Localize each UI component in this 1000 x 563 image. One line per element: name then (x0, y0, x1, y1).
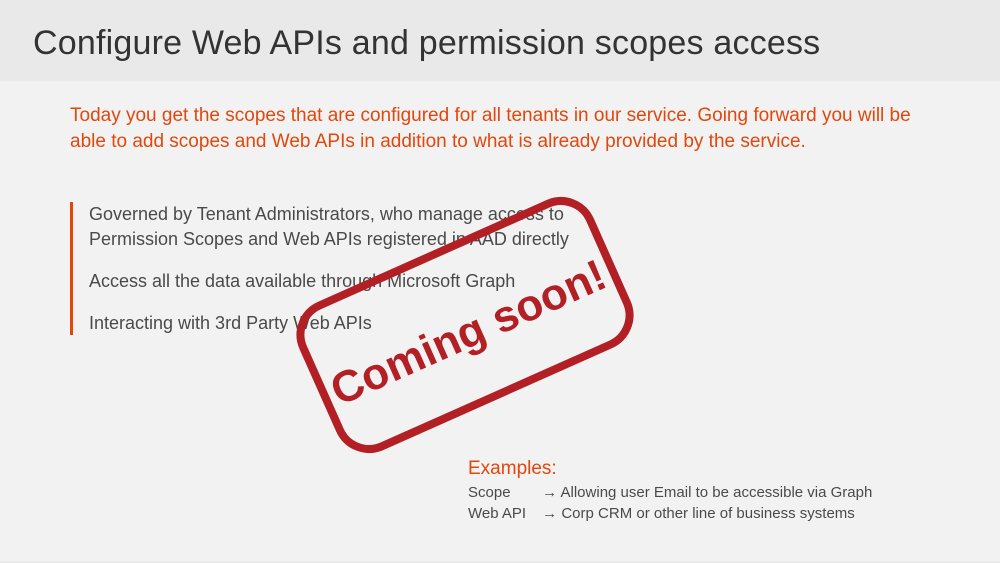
example-text: Corp CRM or other line of business syste… (561, 505, 854, 522)
bullet-item: Interacting with 3rd Party Web APIs (89, 311, 630, 335)
example-row: Web API → Corp CRM or other line of busi… (468, 503, 988, 524)
arrow-icon: → (542, 505, 557, 522)
bullet-item: Access all the data available through Mi… (89, 269, 630, 293)
bullet-item: Governed by Tenant Administrators, who m… (89, 202, 630, 251)
example-key: Scope (468, 482, 538, 503)
example-text: Allowing user Email to be accessible via… (561, 484, 873, 501)
arrow-icon: → (542, 484, 557, 501)
bullet-list: Governed by Tenant Administrators, who m… (70, 202, 630, 335)
example-row: Scope → Allowing user Email to be access… (468, 482, 988, 503)
page-title: Configure Web APIs and permission scopes… (0, 0, 1000, 63)
examples-heading: Examples: (468, 458, 988, 480)
example-key: Web API (468, 503, 538, 524)
intro-text: Today you get the scopes that are config… (70, 103, 930, 154)
examples-block: Examples: Scope → Allowing user Email to… (468, 458, 988, 524)
